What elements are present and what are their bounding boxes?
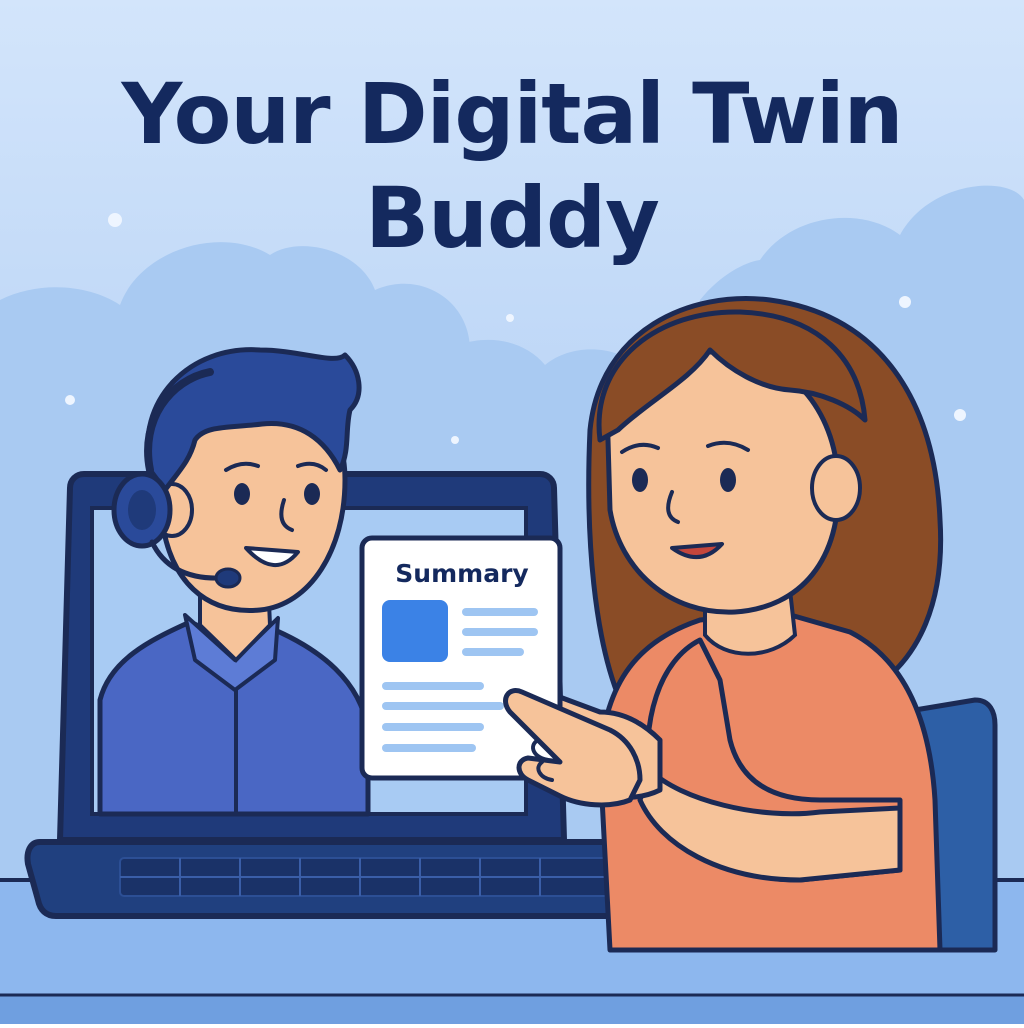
page-title: Your Digital Twin Buddy: [0, 62, 1024, 270]
image-placeholder-icon: [382, 600, 448, 662]
summary-heading: Summary: [395, 559, 528, 588]
summary-card: Summary: [359, 535, 563, 781]
title-line-1: Your Digital Twin: [121, 65, 904, 163]
title-line-2: Buddy: [365, 169, 660, 267]
